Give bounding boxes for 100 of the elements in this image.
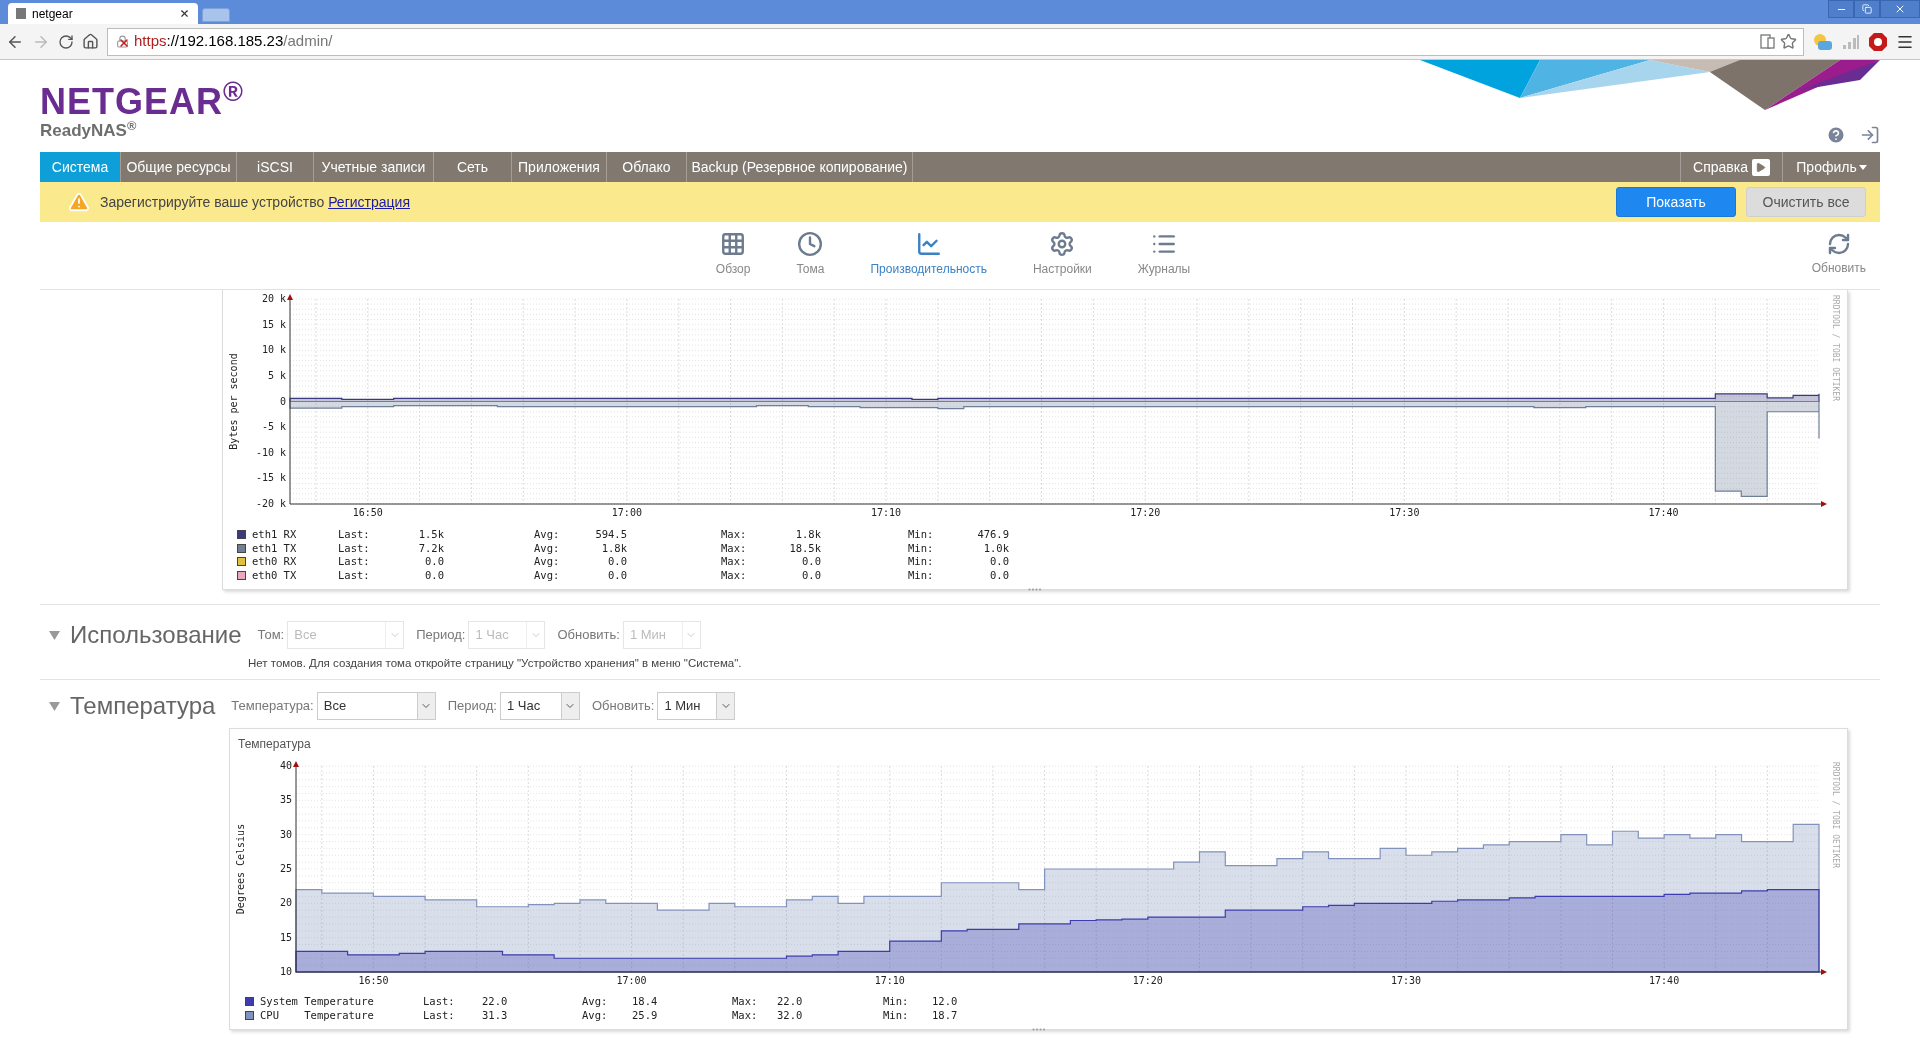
chart-title: Температура xyxy=(237,736,312,751)
refresh-button[interactable]: Обновить xyxy=(1811,228,1866,283)
clock-icon xyxy=(797,231,824,257)
axis-title: Degrees Celsius xyxy=(235,823,246,915)
y-tick-label: -5 k xyxy=(261,421,286,433)
reload-icon[interactable] xyxy=(58,33,74,50)
x-tick-label: 17:10 xyxy=(871,507,902,518)
x-tick-label: 17:40 xyxy=(1649,975,1680,986)
x-tick-label: 17:30 xyxy=(1389,507,1420,518)
legend-value: 18.4 xyxy=(632,995,659,1009)
y-tick-label: -20 k xyxy=(255,498,286,509)
legend-label: Max: xyxy=(732,1008,759,1022)
legend-name: System Temperature xyxy=(260,995,375,1009)
x-tick-label: 17:00 xyxy=(611,507,642,518)
legend-label: Avg: xyxy=(534,528,561,542)
section-title: Использование xyxy=(70,620,242,650)
close-icon xyxy=(1894,3,1906,15)
legend-label: Last: xyxy=(338,541,371,555)
x-tick-label: 17:40 xyxy=(1648,507,1679,518)
clear-all-button[interactable]: Очистить все xyxy=(1746,187,1866,217)
show-button[interactable]: Показать xyxy=(1616,187,1736,217)
x-tick-label: 17:00 xyxy=(616,975,647,986)
section-title: Температура xyxy=(70,691,216,721)
legend-label: Max: xyxy=(732,995,759,1009)
legend-value: 18.5k xyxy=(788,541,821,555)
legend-value: 25.9 xyxy=(632,1008,659,1022)
legend-label: Last: xyxy=(338,528,371,542)
help-icon[interactable] xyxy=(1826,125,1846,145)
toolbar-tab[interactable]: Журналы xyxy=(1129,227,1199,284)
toolbar-tab[interactable]: Обзор xyxy=(707,227,759,284)
legend-value: 0.0 xyxy=(801,568,821,582)
collapse-toggle-icon[interactable] xyxy=(49,701,60,711)
restore-button[interactable] xyxy=(1854,0,1880,18)
x-tick-label: 17:20 xyxy=(1130,507,1161,518)
logout-icon[interactable] xyxy=(1860,125,1880,145)
refresh-icon xyxy=(1826,232,1851,256)
filter-select[interactable]: 1 Час xyxy=(499,692,580,720)
filter-select[interactable]: Все xyxy=(316,692,436,720)
info-message: Нет томов. Для создания тома откройте страницу "Устройство хранения" в меню "Система". xyxy=(248,656,743,671)
legend-value: 594.5 xyxy=(594,528,627,542)
legend-value: 0.0 xyxy=(607,568,627,582)
toolbar-tab[interactable]: Тома xyxy=(788,227,833,284)
filter-label: Том: xyxy=(257,626,285,645)
legend-label: Last: xyxy=(423,995,456,1009)
toolbar-tab[interactable]: Настройки xyxy=(1024,227,1100,284)
legend-value: 32.0 xyxy=(777,1008,804,1022)
collapse-toggle-icon[interactable] xyxy=(49,630,60,640)
y-tick-label: 35 xyxy=(279,794,292,806)
close-button[interactable] xyxy=(1880,0,1920,18)
browser-tab[interactable]: netgear xyxy=(8,3,198,24)
legend-label: Max: xyxy=(721,541,748,555)
legend-label: Min: xyxy=(908,568,935,582)
legend-label: Avg: xyxy=(582,1008,609,1022)
resize-grip-icon[interactable] xyxy=(1028,588,1042,591)
close-icon[interactable] xyxy=(179,8,190,19)
filter-select[interactable]: 1 Мин xyxy=(657,692,736,720)
legend-value: 1.5k xyxy=(417,528,444,542)
legend-label: Min: xyxy=(908,541,935,555)
legend-value: 22.0 xyxy=(482,995,509,1009)
legend-label: Min: xyxy=(883,995,910,1009)
y-tick-label: 10 xyxy=(279,966,292,977)
settings-icon xyxy=(1049,231,1076,257)
notice-text: Зарегистрируйте ваше устройство Регистрация xyxy=(100,192,410,212)
legend-label: Avg: xyxy=(534,555,561,569)
legend-name: eth0 TX xyxy=(252,568,298,582)
legend-label: Avg: xyxy=(534,568,561,582)
y-tick-label: 15 k xyxy=(261,318,286,330)
legend-value: 22.0 xyxy=(777,995,804,1009)
legend-label: Last: xyxy=(338,555,371,569)
legend-label: Max: xyxy=(721,528,748,542)
x-tick-label: 17:30 xyxy=(1390,975,1422,986)
reader-icon[interactable] xyxy=(1760,34,1776,49)
star-icon[interactable] xyxy=(1780,33,1797,50)
restore-icon xyxy=(1862,4,1872,14)
legend-label: Min: xyxy=(908,555,935,569)
filter-label: Температура: xyxy=(231,697,314,716)
y-tick-label: 0 xyxy=(279,395,286,407)
legend-value: 0.0 xyxy=(607,555,627,569)
axis-title: Bytes per second xyxy=(228,353,239,450)
x-tick-label: 16:50 xyxy=(358,975,389,986)
stop-icon[interactable] xyxy=(1868,31,1888,52)
y-tick-label: 10 k xyxy=(261,344,286,356)
legend-label: Last: xyxy=(338,568,371,582)
address-field[interactable]: https://192.168.185.23/admin/ xyxy=(107,27,1804,56)
tab-title: netgear xyxy=(32,5,74,23)
y-tick-label: 20 k xyxy=(261,293,286,304)
legend-label: Max: xyxy=(721,555,748,569)
nav-tab[interactable]: Система xyxy=(40,152,121,182)
resize-grip-icon[interactable] xyxy=(1031,1028,1046,1031)
x-tick-label: 16:50 xyxy=(352,507,383,518)
home-icon[interactable] xyxy=(82,33,99,50)
legend-value: 31.3 xyxy=(482,1008,509,1022)
x-tick-label: 17:10 xyxy=(874,975,905,986)
legend-label: Min: xyxy=(908,528,935,542)
weather-icon[interactable] xyxy=(1812,31,1834,52)
toolbar-tab[interactable]: Производительность xyxy=(862,227,995,284)
register-link[interactable]: Регистрация xyxy=(328,193,410,210)
legend-value: 1.8k xyxy=(600,541,627,555)
legend-label: Last: xyxy=(423,1008,456,1022)
legend-value: 0.0 xyxy=(424,568,444,582)
